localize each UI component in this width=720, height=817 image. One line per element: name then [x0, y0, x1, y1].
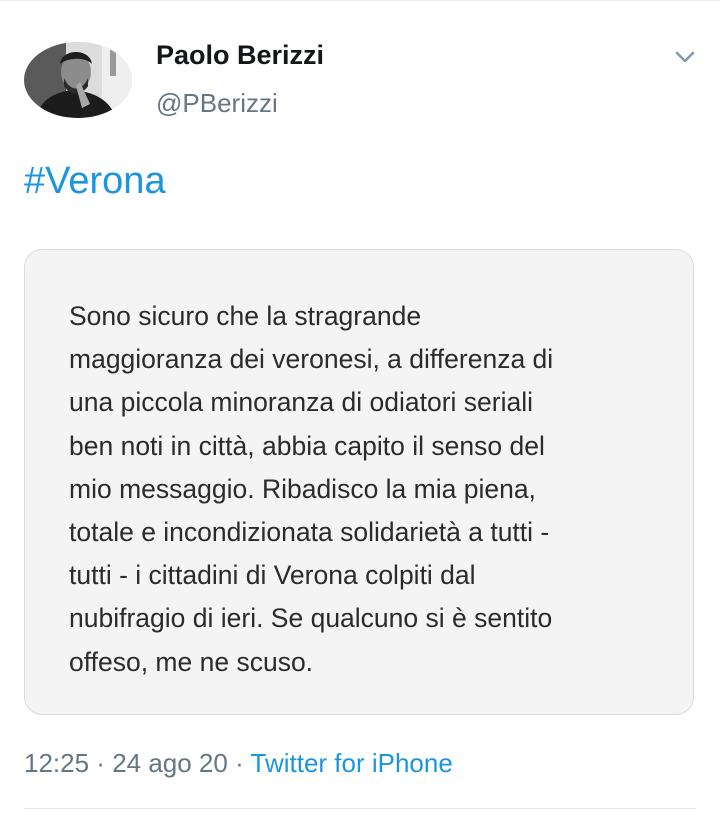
author-handle[interactable]: @PBerizzi — [156, 88, 278, 119]
avatar-photo — [24, 42, 132, 118]
avatar[interactable] — [24, 42, 132, 118]
bottom-divider — [24, 808, 696, 809]
meta-separator: · — [89, 748, 113, 778]
author-name[interactable]: Paolo Berizzi — [156, 40, 324, 71]
chevron-down-icon[interactable] — [670, 44, 700, 70]
tweet-time: 12:25 — [24, 748, 90, 778]
tweet-meta: 12:25 · 24 ago 20 · Twitter for iPhone — [24, 748, 453, 779]
attached-image[interactable]: Sono sicuro che la stragrande maggioranz… — [24, 249, 694, 715]
tweet-date: 24 ago 20 — [112, 748, 228, 778]
hashtag-link[interactable]: #Verona — [24, 160, 166, 203]
top-divider — [0, 0, 720, 1]
image-quote-text: Sono sicuro che la stragrande maggioranz… — [69, 301, 554, 677]
meta-separator: · — [227, 748, 251, 778]
tweet-source-link[interactable]: Twitter for iPhone — [251, 748, 453, 778]
